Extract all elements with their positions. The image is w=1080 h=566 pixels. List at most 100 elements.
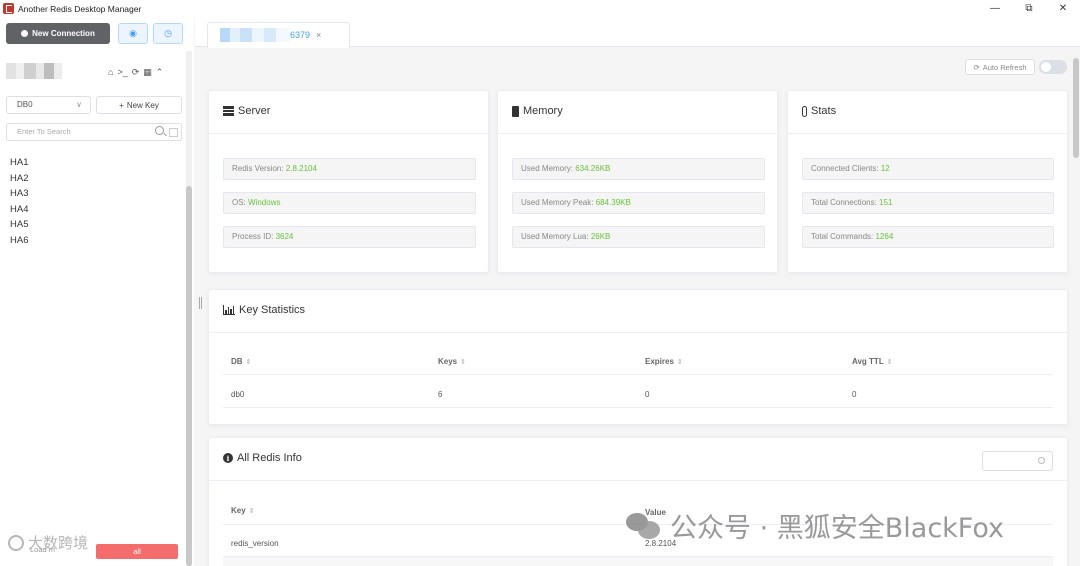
sort-icon: ⇕ bbox=[886, 359, 893, 366]
divider bbox=[223, 407, 1053, 408]
tab-bar: 6379 × bbox=[195, 17, 1080, 48]
divider bbox=[209, 133, 488, 134]
chevron-up-icon[interactable]: ⌃ bbox=[156, 67, 164, 78]
key-statistics-title: Key Statistics bbox=[239, 304, 306, 316]
plus-circle-icon bbox=[21, 30, 29, 37]
new-key-label: New Key bbox=[126, 100, 159, 110]
server-title: Server bbox=[238, 105, 271, 117]
table-cell: 0 bbox=[852, 390, 857, 399]
memory-title: Memory bbox=[523, 105, 563, 117]
connection-name-redacted[interactable] bbox=[6, 63, 62, 79]
column-header-keys[interactable]: Keys ⇕ bbox=[438, 357, 466, 366]
wechat-icon bbox=[624, 509, 664, 543]
stat-value: 151 bbox=[879, 198, 893, 207]
stat-value: 634.26KB bbox=[575, 164, 611, 173]
list-item[interactable]: HA4 bbox=[10, 202, 28, 218]
stat-label: Process ID: bbox=[232, 232, 276, 241]
tab-host-redacted bbox=[220, 28, 290, 42]
close-button[interactable]: ✕ bbox=[1046, 0, 1080, 17]
sort-icon: ⇕ bbox=[248, 508, 255, 515]
stat-label: Used Memory Lua: bbox=[521, 232, 591, 241]
memory-peak: Used Memory Peak: 684.39KB bbox=[512, 192, 765, 214]
column-header-key[interactable]: Key ⇕ bbox=[231, 506, 255, 515]
tab-connection[interactable]: 6379 × bbox=[207, 22, 350, 48]
watermark-left-text: 大数跨境 bbox=[28, 534, 89, 552]
stats-card: Stats Connected Clients: 12 Total Connec… bbox=[787, 90, 1068, 273]
stat-value: 2.8.2104 bbox=[285, 164, 317, 173]
divider bbox=[209, 480, 1067, 481]
new-connection-button[interactable]: New Connection bbox=[6, 23, 110, 44]
window-title: Another Redis Desktop Manager bbox=[18, 3, 142, 14]
stats-connected-clients: Connected Clients: 12 bbox=[802, 158, 1054, 180]
stats-total-connections: Total Connections: 151 bbox=[802, 192, 1054, 214]
chevron-down-icon: ∨ bbox=[76, 100, 82, 109]
stat-label: Total Connections: bbox=[811, 198, 880, 207]
db-select-value: DB0 bbox=[17, 100, 33, 109]
column-header-expires[interactable]: Expires ⇕ bbox=[645, 357, 683, 366]
watermark-text: 公众号 · 黑狐安全BlackFox bbox=[670, 513, 1005, 544]
sort-icon: ⇕ bbox=[676, 359, 683, 366]
stats-card-title: Stats bbox=[802, 105, 836, 117]
stat-value: 12 bbox=[880, 164, 890, 173]
memory-card-title: Memory bbox=[512, 105, 563, 117]
sort-icon: ⇕ bbox=[460, 359, 466, 366]
all-redis-info-title-row: i All Redis Info bbox=[223, 452, 302, 464]
auto-refresh-button[interactable]: ⟳ Auto Refresh bbox=[965, 59, 1035, 75]
stat-label: Redis Version: bbox=[232, 164, 286, 173]
refresh-icon: ⟳ bbox=[973, 62, 980, 72]
grid-icon[interactable]: ▦ bbox=[143, 67, 152, 78]
tab-close-icon[interactable]: × bbox=[316, 30, 321, 40]
column-header-db[interactable]: DB ⇕ bbox=[231, 357, 251, 366]
info-search-input[interactable] bbox=[982, 451, 1053, 471]
memory-card: Memory Used Memory: 634.26KB Used Memory… bbox=[497, 90, 778, 273]
key-search-input[interactable]: Enter To Search bbox=[6, 123, 182, 141]
info-button[interactable]: ◷ bbox=[153, 23, 183, 44]
refresh-icon[interactable]: ⟳ bbox=[132, 67, 140, 78]
info-icon: i bbox=[223, 453, 233, 463]
list-item[interactable]: HA6 bbox=[10, 233, 28, 249]
sidebar-resize-handle[interactable] bbox=[199, 297, 202, 309]
main-scroll-thumb[interactable] bbox=[1073, 58, 1079, 158]
maximize-button[interactable]: ⧉ bbox=[1012, 0, 1046, 17]
auto-refresh-toggle[interactable] bbox=[1039, 60, 1067, 74]
clock-icon: ◷ bbox=[164, 28, 172, 38]
auto-refresh-label: Auto Refresh bbox=[982, 62, 1027, 72]
memory-used: Used Memory: 634.26KB bbox=[512, 158, 765, 180]
db-select[interactable]: DB0 ∨ bbox=[6, 96, 91, 114]
list-item[interactable]: HA5 bbox=[10, 217, 28, 233]
search-icon[interactable] bbox=[155, 126, 164, 135]
list-item[interactable]: HA2 bbox=[10, 171, 28, 187]
list-item[interactable]: HA3 bbox=[10, 186, 28, 202]
server-os: OS: Windows bbox=[223, 192, 476, 214]
server-card: Server Redis Version: 2.8.2104 OS: Windo… bbox=[208, 90, 489, 273]
server-card-title: Server bbox=[223, 105, 270, 117]
table-cell: 6 bbox=[438, 390, 443, 399]
list-item[interactable]: HA1 bbox=[10, 155, 28, 171]
search-icon bbox=[1038, 457, 1045, 464]
load-all-button[interactable]: all bbox=[96, 544, 178, 559]
sidebar: New Connection ◉ ◷ ⌂ >_ ⟳ ▦ ⌃ DB0 ∨ + Ne… bbox=[0, 17, 194, 566]
divider bbox=[223, 374, 1053, 375]
memory-icon bbox=[512, 105, 519, 117]
key-statistics-card: Key Statistics DB ⇕ Keys ⇕ Expires ⇕ Avg TT… bbox=[208, 289, 1068, 425]
exact-search-checkbox[interactable] bbox=[169, 128, 178, 137]
key-list: HA1 HA2 HA3 HA4 HA5 HA6 bbox=[10, 155, 28, 248]
title-bar: Another Redis Desktop Manager — ⧉ ✕ bbox=[0, 0, 1080, 17]
column-header-avg-ttl[interactable]: Avg TTL ⇕ bbox=[852, 357, 893, 366]
main-scrollbar[interactable] bbox=[1072, 48, 1080, 566]
terminal-icon[interactable]: >_ bbox=[117, 67, 127, 78]
sidebar-scrollbar[interactable] bbox=[186, 51, 192, 566]
watermark-overlay: 公众号 · 黑狐安全BlackFox bbox=[624, 506, 1004, 545]
tab-port-label: 6379 bbox=[290, 30, 311, 40]
watermark-left: 大数跨境 bbox=[8, 532, 88, 553]
settings-button[interactable]: ◉ bbox=[118, 23, 148, 44]
all-redis-info-card: i All Redis Info Key ⇕ Value redis_versio… bbox=[208, 437, 1068, 566]
app-logo-icon bbox=[3, 3, 14, 14]
home-icon[interactable]: ⌂ bbox=[108, 67, 113, 78]
table-cell: redis_version bbox=[231, 539, 279, 548]
minimize-button[interactable]: — bbox=[978, 0, 1012, 17]
search-placeholder: Enter To Search bbox=[17, 127, 71, 136]
sidebar-scroll-thumb[interactable] bbox=[186, 186, 192, 566]
new-key-button[interactable]: + New Key bbox=[96, 96, 182, 114]
divider bbox=[209, 332, 1067, 333]
